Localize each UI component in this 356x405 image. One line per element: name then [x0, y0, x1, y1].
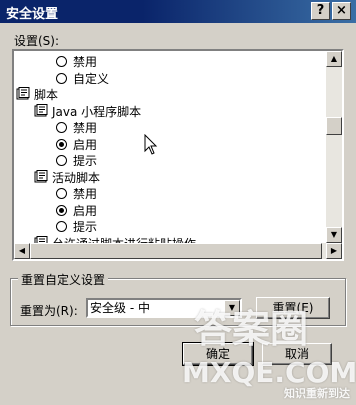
- tree-item-label: 脚本: [34, 88, 59, 102]
- watermark-credit: 知识重新到达: [284, 387, 350, 400]
- scroll-down-icon[interactable]: ▼: [326, 227, 342, 243]
- radio-unchecked-icon[interactable]: [56, 221, 67, 232]
- settings-tree[interactable]: 禁用自定义脚本Java 小程序脚本禁用启用提示活动脚本禁用启用提示允许通过脚本进…: [12, 49, 344, 261]
- radio-checked-icon[interactable]: [56, 205, 67, 216]
- scroll-up-icon[interactable]: ▲: [326, 51, 342, 67]
- window-title: 安全设置: [6, 7, 59, 22]
- cancel-button[interactable]: 取消: [262, 343, 332, 365]
- mouse-cursor-icon: [144, 134, 158, 155]
- settings-label: 设置(S):: [14, 34, 60, 48]
- radio-unchecked-icon[interactable]: [56, 155, 67, 166]
- horizontal-scroll-thumb[interactable]: [30, 243, 322, 259]
- tree-radio-option[interactable]: 禁用: [56, 54, 97, 70]
- horizontal-scrollbar[interactable]: ◀ ▶: [14, 243, 342, 259]
- tree-radio-option[interactable]: 启用: [56, 137, 97, 153]
- tree-section[interactable]: Java 小程序脚本: [34, 104, 141, 120]
- tree-radio-option[interactable]: 启用: [56, 203, 97, 219]
- vertical-scrollbar[interactable]: ▲ ▼: [326, 51, 342, 243]
- tree-item-label: 启用: [73, 204, 98, 218]
- script-setting-icon: [16, 87, 30, 100]
- tree-item-label: 提示: [73, 154, 98, 168]
- radio-checked-icon[interactable]: [56, 139, 67, 150]
- reset-button[interactable]: 重置(E): [256, 297, 330, 319]
- scroll-left-icon[interactable]: ◀: [14, 243, 30, 259]
- script-setting-icon: [34, 104, 48, 117]
- close-button[interactable]: ×: [332, 2, 351, 20]
- tree-radio-option[interactable]: 禁用: [56, 120, 97, 136]
- reset-for-label: 重置为(R):: [20, 304, 78, 318]
- tree-item-label: 自定义: [73, 72, 110, 86]
- radio-unchecked-icon[interactable]: [56, 56, 67, 67]
- tree-item-label: Java 小程序脚本: [52, 105, 142, 119]
- tree-item-label: 禁用: [73, 187, 98, 201]
- tree-section[interactable]: 活动脚本: [34, 170, 100, 186]
- security-settings-dialog: 安全设置 ? × 设置(S): 禁用 自定义 脚本 Java 小程序脚本 禁用 启用 提示活…: [0, 0, 356, 405]
- help-button[interactable]: ?: [311, 2, 330, 20]
- settings-tree-content: 禁用自定义脚本Java 小程序脚本禁用启用提示活动脚本禁用启用提示允许通过脚本进…: [14, 51, 324, 259]
- reset-group-title: 重置自定义设置: [18, 271, 109, 288]
- security-level-value: 安全级 - 中: [90, 301, 150, 315]
- chevron-down-icon[interactable]: ▼: [224, 300, 240, 316]
- scroll-right-icon[interactable]: ▶: [326, 243, 342, 259]
- tree-item-label: 启用: [73, 138, 98, 152]
- security-level-select[interactable]: 安全级 - 中 ▼: [86, 298, 242, 318]
- tree-section[interactable]: 脚本: [16, 87, 58, 103]
- tree-radio-option[interactable]: 禁用: [56, 186, 97, 202]
- tree-radio-option[interactable]: 提示: [56, 153, 97, 169]
- script-setting-icon: [34, 170, 48, 183]
- radio-unchecked-icon[interactable]: [56, 122, 67, 133]
- tree-item-label: 禁用: [73, 121, 98, 135]
- tree-item-label: 提示: [73, 220, 98, 234]
- tree-radio-option[interactable]: 提示: [56, 219, 97, 235]
- tree-item-label: 活动脚本: [52, 171, 101, 185]
- ok-button[interactable]: 确定: [182, 342, 254, 366]
- vertical-scroll-thumb[interactable]: [326, 117, 342, 135]
- radio-unchecked-icon[interactable]: [56, 188, 67, 199]
- title-bar: 安全设置 ? ×: [0, 0, 356, 23]
- radio-unchecked-icon[interactable]: [56, 73, 67, 84]
- tree-radio-option[interactable]: 自定义: [56, 71, 109, 87]
- tree-item-label: 禁用: [73, 55, 98, 69]
